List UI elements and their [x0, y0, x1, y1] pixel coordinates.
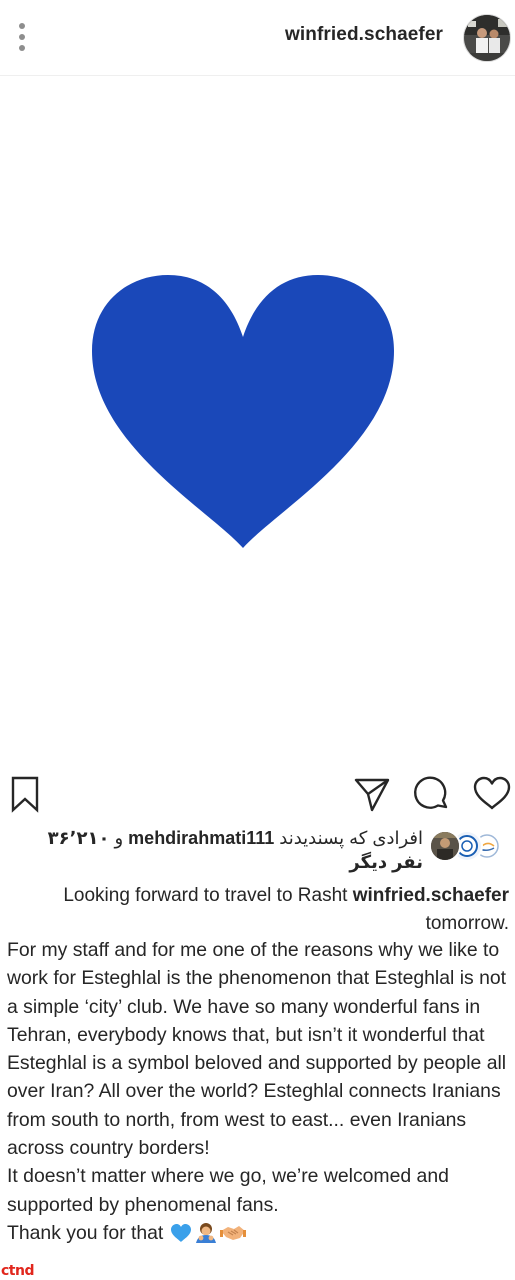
watermark-text: ctnd — [1, 1263, 34, 1279]
others-suffix[interactable]: نفر دیگر — [349, 852, 423, 873]
bookmark-icon — [11, 776, 39, 813]
blue-heart-emoji-icon — [170, 1223, 192, 1251]
heart-outline-icon — [473, 776, 511, 810]
liked-by-prefix: افرادی که پسندیدند — [279, 828, 423, 848]
liker-avatars — [427, 830, 503, 862]
more-options-button[interactable] — [8, 18, 36, 58]
handshake-emoji-icon — [219, 1223, 246, 1251]
paper-plane-icon — [354, 778, 390, 812]
profile-avatar[interactable] — [463, 14, 511, 62]
watermark-logo: ctnd — [0, 1263, 50, 1280]
caption-paragraph-thanks: Thank you for that — [7, 1219, 512, 1251]
comment-button[interactable] — [412, 774, 452, 814]
caption-paragraph: It doesn’t matter where we go, we’re wel… — [7, 1165, 449, 1216]
liker-avatar — [429, 830, 461, 862]
caption-body: For my staff and for me one of the reaso… — [7, 936, 512, 1251]
action-bar — [0, 770, 515, 820]
header-username[interactable]: winfried.schaefer — [285, 24, 443, 46]
caption-author[interactable]: winfried.schaefer — [353, 885, 509, 906]
post-image[interactable] — [0, 77, 515, 760]
person-bowing-emoji-icon — [193, 1221, 219, 1251]
like-button[interactable] — [472, 774, 512, 814]
person-photo-icon — [431, 832, 459, 860]
caption-headline-end: tomorrow. — [425, 913, 509, 934]
caption-paragraph: For my staff and for me one of the reaso… — [7, 939, 507, 1160]
share-button[interactable] — [352, 774, 392, 814]
others-count[interactable]: ۳۶٬۲۱۰ — [48, 828, 110, 848]
caption-thanks-text: Thank you for that — [7, 1221, 164, 1244]
liked-by-user[interactable]: mehdirahmati111 — [128, 828, 274, 848]
save-button[interactable] — [6, 774, 46, 814]
caption-headline-text: Looking forward to travel to Rasht — [63, 885, 348, 906]
post-header: winfried.schaefer — [0, 0, 515, 76]
likes-summary[interactable]: ۳۶٬۲۱۰ و mehdirahmati111 افرادی که پسندی… — [0, 826, 515, 882]
likes-text: ۳۶٬۲۱۰ و mehdirahmati111 افرادی که پسندی… — [48, 828, 423, 849]
and-word: و — [114, 828, 124, 848]
avatar-image — [464, 15, 510, 61]
comment-bubble-icon — [414, 776, 448, 809]
blue-heart-icon — [92, 275, 394, 548]
vertical-dots-icon — [19, 23, 25, 51]
caption-headline: Looking forward to travel to Rasht winfr… — [9, 882, 509, 938]
instagram-post-screen: winfried.schaefer ۳۶٬۲۱۰ و mehdirahmati1… — [0, 0, 515, 1280]
